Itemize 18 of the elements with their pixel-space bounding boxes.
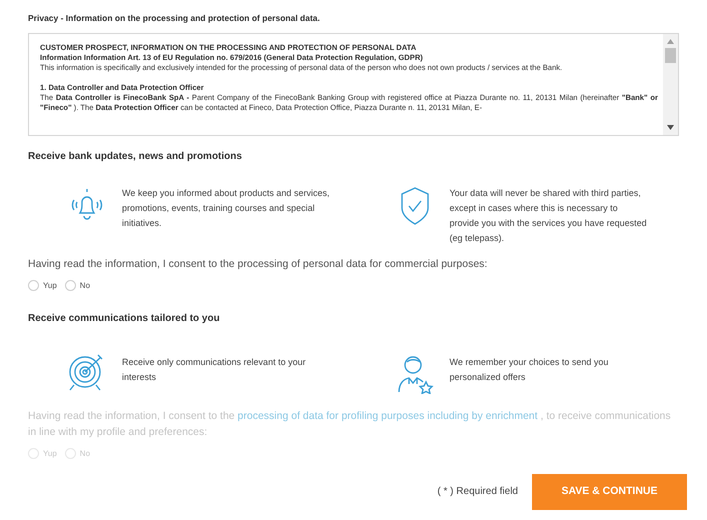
required-field-note: ( * ) Required field [437,485,518,500]
scroll-up-icon[interactable] [667,38,674,44]
consent-text: Having read the information, I consent to the processing of personal data for commercial purposes: [28,256,488,272]
privacy-title: Privacy - Information on the processing and protection of personal data. [28,12,321,25]
feature-text: Receive only communications relevant to your interests [122,356,307,384]
radio-option[interactable]: No [64,280,90,292]
radio-button[interactable] [28,280,39,292]
radio-button[interactable] [64,280,76,292]
scroll-down-icon[interactable] [667,124,674,130]
feature-text: We keep you informed about products and services, promotions, events, training courses and special initiatives. [122,186,330,230]
section-title: Receive bank updates, news and promotions [28,150,243,164]
shield-check-icon [398,186,430,226]
feature-text: Your data will never be shared with third parties, except in cases where this is necessary to provide you with the services you have requested (eg telepass). [450,186,648,245]
scroll-thumb[interactable] [665,48,676,63]
radio-option[interactable]: Yup [28,280,57,292]
consent-text: Having read the information, I consent to the processing of data for profiling purposes including by enrichment , to receive communications in line with my profile and preferences: [28,408,672,440]
feature-text: We remember your choices to send you personalized offers [450,356,610,384]
section-title: Receive communications tailored to you [28,312,221,326]
